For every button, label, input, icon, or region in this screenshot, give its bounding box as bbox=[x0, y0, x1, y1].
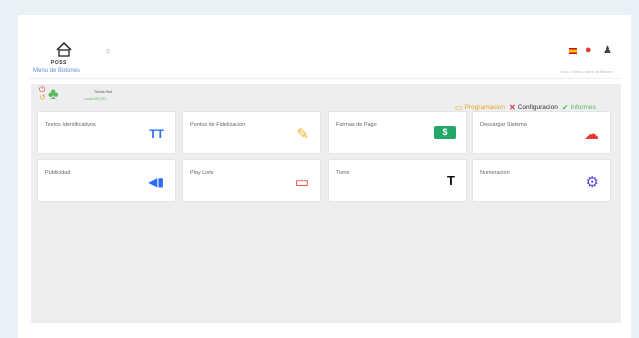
gear-icon: ⚙ bbox=[585, 174, 599, 191]
separator-dot: o bbox=[106, 48, 110, 55]
text-size-icon: TT bbox=[149, 127, 164, 141]
card-label: Puntos de Fidelizacion bbox=[190, 122, 246, 128]
megaphone-icon: ◀▮ bbox=[148, 175, 164, 189]
card-label: Tiene bbox=[336, 170, 350, 176]
card-label: Descargar Sistema bbox=[480, 122, 527, 128]
cloud-download-icon: ☁ bbox=[584, 126, 599, 143]
card-label: Numeracion bbox=[480, 170, 510, 176]
card-label: Publicidad bbox=[45, 170, 71, 176]
tree-icon: ♣ bbox=[48, 86, 59, 103]
undo-icon[interactable]: ↺ bbox=[39, 93, 46, 102]
text-icon: T bbox=[447, 173, 455, 188]
card-tiene[interactable]: Tiene T bbox=[328, 159, 467, 202]
card-descargar-sistema[interactable]: Descargar Sistema ☁ bbox=[472, 111, 611, 154]
card-textos-identificativos[interactable]: Textos Identificativos TT bbox=[37, 111, 176, 154]
logo-text: POSS bbox=[51, 60, 67, 66]
programacion-label: Programacion bbox=[464, 104, 506, 111]
card-play-lists[interactable]: Play Lists ▭ bbox=[182, 159, 321, 202]
divider bbox=[28, 78, 621, 79]
store-name: Tienda Test bbox=[94, 90, 112, 94]
page-title: Menu de Botones bbox=[33, 68, 81, 74]
spain-flag-icon[interactable] bbox=[569, 48, 577, 54]
configuracion-label: Configuracion bbox=[517, 104, 558, 111]
monitor-icon: ▭ bbox=[294, 174, 309, 191]
top-bar: POSS o ● ♟ bbox=[18, 15, 631, 71]
breadcrumb: Inicio > Menu > Menu de Botones bbox=[560, 70, 613, 74]
user-icon[interactable]: ♟ bbox=[603, 45, 612, 56]
main-panel: POSS o ● ♟ Menu de Botones Inicio > Menu… bbox=[18, 15, 631, 338]
card-label: Play Lists bbox=[190, 170, 214, 176]
card-label: Formas de Pago bbox=[336, 122, 377, 128]
card-label: Textos Identificativos bbox=[45, 122, 96, 128]
card-formas-de-pago[interactable]: Formas de Pago $ bbox=[328, 111, 467, 154]
cash-icon: $ bbox=[434, 126, 456, 139]
store-local: Local 0001TD bbox=[84, 97, 106, 101]
map-pin-icon[interactable]: ● bbox=[585, 44, 592, 56]
edit-note-icon: ✎ bbox=[296, 126, 309, 143]
store-logo-icon[interactable] bbox=[54, 40, 74, 60]
informes-label: Informes bbox=[570, 104, 596, 111]
card-puntos-fidelizacion[interactable]: Puntos de Fidelizacion ✎ bbox=[182, 111, 321, 154]
card-numeracion[interactable]: Numeracion ⚙ bbox=[472, 159, 611, 202]
card-publicidad[interactable]: Publicidad ◀▮ bbox=[37, 159, 176, 202]
